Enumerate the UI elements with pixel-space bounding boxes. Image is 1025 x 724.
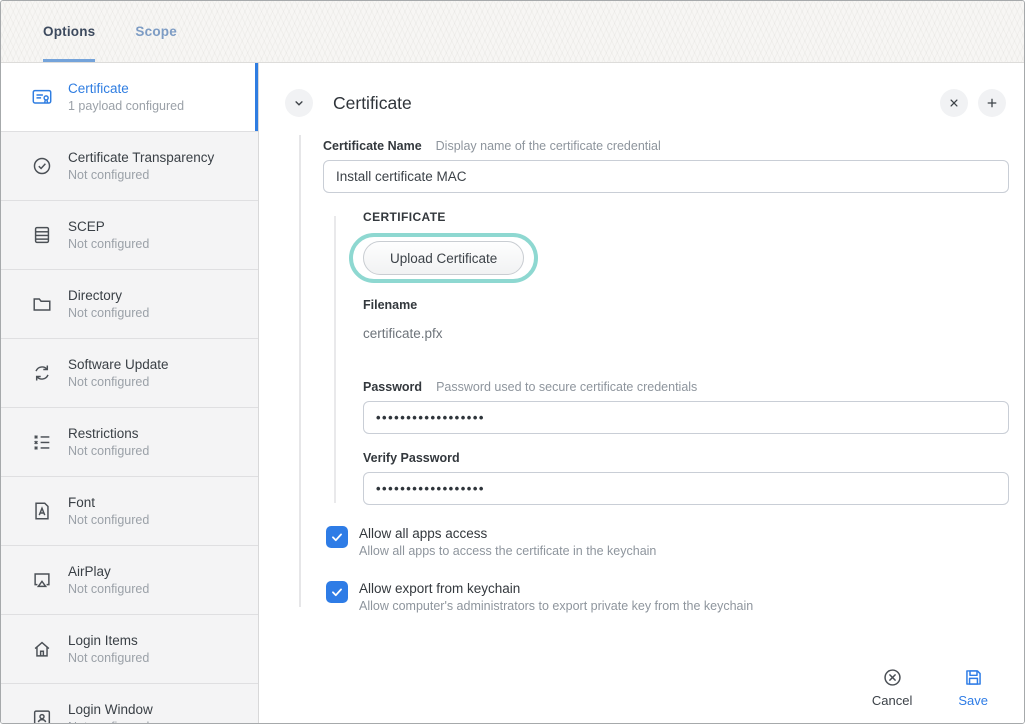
sidebar-item-status: Not configured: [68, 444, 149, 458]
allow-export-description: Allow computer's administrators to expor…: [359, 599, 753, 613]
sidebar-item-label: Login Window: [68, 702, 153, 717]
sidebar-item-label: Login Items: [68, 633, 149, 648]
sidebar-item-status: 1 payload configured: [68, 99, 184, 113]
sidebar-item-status: Not configured: [68, 237, 149, 251]
allow-export-checkbox[interactable]: [326, 581, 348, 603]
font-icon: [31, 500, 53, 522]
chevron-down-icon: [292, 96, 306, 110]
certificate-name-label: Certificate Name: [323, 139, 422, 153]
sidebar-item-status: Not configured: [68, 306, 149, 320]
sidebar-item-status: Not configured: [68, 720, 153, 723]
sidebar-item-font[interactable]: Font Not configured: [1, 477, 258, 546]
sidebar-item-label: AirPlay: [68, 564, 149, 579]
top-tab-bar: Options Scope: [1, 1, 1024, 63]
section-indent-line: [334, 216, 336, 503]
sidebar-item-label: Font: [68, 495, 149, 510]
sidebar-item-label: SCEP: [68, 219, 149, 234]
payload-header-actions: [940, 89, 1006, 117]
tab-scope[interactable]: Scope: [135, 1, 177, 62]
password-label: Password: [363, 380, 422, 394]
cancel-button[interactable]: Cancel: [872, 667, 912, 708]
certificate-section-label: CERTIFICATE: [363, 210, 1009, 224]
directory-icon: [31, 293, 53, 315]
password-field: Password Password used to secure certifi…: [363, 380, 1009, 434]
sidebar-item-status: Not configured: [68, 651, 149, 665]
cancel-circle-x-icon: [882, 667, 903, 688]
sidebar-item-status: Not configured: [68, 513, 149, 527]
sidebar-item-scep[interactable]: SCEP Not configured: [1, 201, 258, 270]
sidebar-item-label: Restrictions: [68, 426, 149, 441]
password-hint: Password used to secure certificate cred…: [436, 380, 697, 394]
restrictions-icon: [31, 431, 53, 453]
add-payload-button[interactable]: [978, 89, 1006, 117]
sidebar-item-login-items[interactable]: Login Items Not configured: [1, 615, 258, 684]
sidebar-item-status: Not configured: [68, 582, 149, 596]
verify-password-input[interactable]: [363, 472, 1009, 505]
sidebar-item-login-window[interactable]: Login Window Not configured: [1, 684, 258, 723]
certificate-icon: [31, 86, 53, 108]
software-update-icon: [31, 362, 53, 384]
certificate-name-input[interactable]: [323, 160, 1009, 193]
checkmark-icon: [330, 530, 344, 544]
sidebar-item-airplay[interactable]: AirPlay Not configured: [1, 546, 258, 615]
payload-sidebar: Certificate 1 payload configured Certifi…: [1, 63, 259, 723]
upload-certificate-button[interactable]: Upload Certificate: [363, 241, 524, 275]
sidebar-item-label: Directory: [68, 288, 149, 303]
close-icon: [947, 96, 961, 110]
sidebar-item-directory[interactable]: Directory Not configured: [1, 270, 258, 339]
sidebar-item-certificate-transparency[interactable]: Certificate Transparency Not configured: [1, 132, 258, 201]
sidebar-item-label: Software Update: [68, 357, 169, 372]
allow-export-row: Allow export from keychain Allow compute…: [326, 581, 1009, 613]
sidebar-item-label: Certificate Transparency: [68, 150, 214, 165]
tab-options[interactable]: Options: [43, 1, 95, 62]
checkmark-icon: [330, 585, 344, 599]
allow-all-apps-description: Allow all apps to access the certificate…: [359, 544, 656, 558]
remove-payload-button[interactable]: [940, 89, 968, 117]
filename-value: certificate.pfx: [363, 326, 1009, 341]
certificate-payload-panel: Certificate: [259, 63, 1024, 723]
allow-export-label: Allow export from keychain: [359, 581, 753, 596]
certificate-name-field: Certificate Name Display name of the cer…: [323, 139, 1009, 193]
form-actions: Cancel Save: [259, 665, 1024, 723]
payload-title: Certificate: [333, 93, 412, 114]
allow-all-apps-row: Allow all apps access Allow all apps to …: [326, 526, 1009, 558]
certificate-name-hint: Display name of the certificate credenti…: [436, 139, 661, 153]
payload-editor-window: Options Scope Certificate: [0, 0, 1025, 724]
allow-all-apps-checkbox[interactable]: [326, 526, 348, 548]
allow-all-apps-label: Allow all apps access: [359, 526, 656, 541]
save-floppy-icon: [963, 667, 984, 688]
payload-form: Certificate Name Display name of the cer…: [259, 133, 1024, 665]
sidebar-item-software-update[interactable]: Software Update Not configured: [1, 339, 258, 408]
plus-icon: [985, 96, 999, 110]
cancel-label: Cancel: [872, 693, 912, 708]
save-label: Save: [958, 693, 988, 708]
keychain-options: Allow all apps access Allow all apps to …: [326, 526, 1009, 613]
airplay-icon: [31, 569, 53, 591]
sidebar-item-status: Not configured: [68, 168, 214, 182]
tab-options-label: Options: [43, 24, 95, 39]
payload-header: Certificate: [259, 63, 1024, 133]
sidebar-item-label: Certificate: [68, 81, 184, 96]
sidebar-item-restrictions[interactable]: Restrictions Not configured: [1, 408, 258, 477]
content-layout: Certificate 1 payload configured Certifi…: [1, 63, 1024, 723]
certificate-section: CERTIFICATE Upload Certificate Filename …: [363, 210, 1009, 505]
sidebar-item-certificate[interactable]: Certificate 1 payload configured: [1, 63, 258, 132]
collapse-payload-button[interactable]: [285, 89, 313, 117]
scep-icon: [31, 224, 53, 246]
certificate-transparency-icon: [31, 155, 53, 177]
login-window-icon: [31, 707, 53, 723]
password-input[interactable]: [363, 401, 1009, 434]
login-items-icon: [31, 638, 53, 660]
payload-indent-line: [299, 135, 301, 607]
upload-highlight-ring: Upload Certificate: [349, 233, 538, 283]
sidebar-item-status: Not configured: [68, 375, 169, 389]
tab-scope-label: Scope: [135, 24, 177, 39]
filename-label: Filename: [363, 298, 1009, 312]
verify-password-field: Verify Password: [363, 451, 1009, 505]
save-button[interactable]: Save: [958, 667, 988, 708]
verify-password-label: Verify Password: [363, 451, 460, 465]
